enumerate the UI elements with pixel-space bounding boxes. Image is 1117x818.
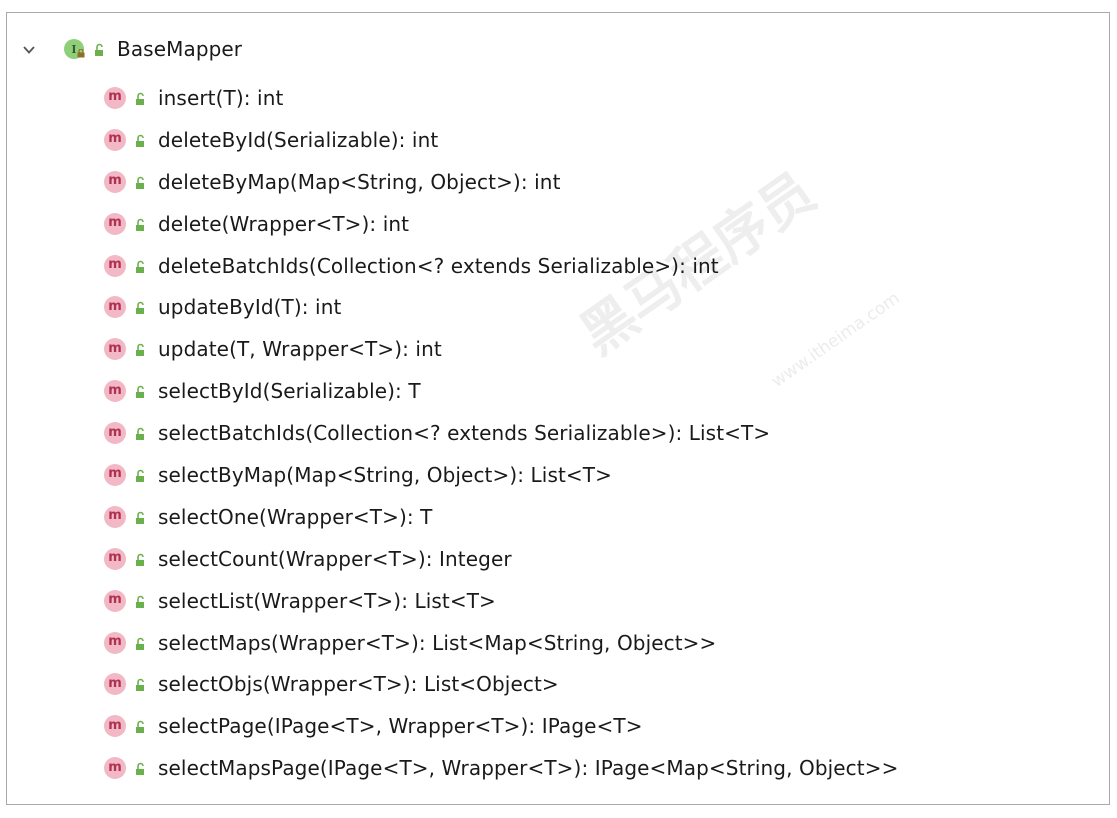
method-icon: m (104, 170, 126, 193)
method-icon: m (104, 463, 126, 486)
tree-item-method[interactable]: m selectMapsPage(IPage<T>, Wrapper<T>): I… (104, 747, 898, 789)
public-lock-icon (133, 719, 147, 734)
method-signature: selectBatchIds(Collection<? extends Seri… (158, 421, 771, 446)
tree-node-basemapper[interactable]: I BaseMapper (22, 36, 242, 62)
public-lock-icon (133, 426, 147, 441)
public-lock-icon (133, 384, 147, 399)
method-icon: m (104, 715, 126, 738)
tree-item-method[interactable]: m selectById(Serializable): T (104, 370, 898, 412)
method-signature: deleteById(Serializable): int (158, 127, 439, 152)
method-list: m insert(T): int m deleteById(Serializable)… (104, 77, 898, 789)
method-icon: m (104, 254, 126, 277)
method-signature: selectById(Serializable): T (158, 379, 421, 404)
public-lock-icon (133, 636, 147, 650)
method-signature: selectCount(Wrapper<T>): Integer (158, 546, 512, 571)
interface-icon: I (64, 38, 86, 60)
method-icon: m (104, 86, 126, 109)
method-icon: m (104, 212, 126, 235)
method-icon: m (104, 296, 126, 319)
method-icon: m (104, 422, 126, 445)
tree-item-method[interactable]: m selectByMap(Map<String, Object>): List<… (104, 454, 898, 496)
public-lock-icon (133, 761, 147, 776)
tree-item-method[interactable]: m deleteBatchIds(Collection<? extends Ser… (104, 245, 898, 287)
tree-item-method[interactable]: m selectObjs(Wrapper<T>): List<Object> (104, 663, 898, 705)
public-lock-icon (92, 42, 106, 56)
method-signature: selectPage(IPage<T>, Wrapper<T>): IPage<… (158, 714, 643, 739)
tree-item-method[interactable]: m selectPage(IPage<T>, Wrapper<T>): IPage… (104, 705, 898, 747)
public-lock-icon (133, 175, 147, 189)
method-icon: m (104, 589, 126, 612)
public-lock-icon (133, 300, 147, 315)
public-lock-icon (133, 217, 147, 231)
method-signature: selectObjs(Wrapper<T>): List<Object> (158, 672, 559, 697)
method-icon: m (104, 631, 126, 654)
method-signature: delete(Wrapper<T>): int (158, 211, 410, 236)
method-signature: insert(T): int (158, 85, 284, 110)
method-signature: selectOne(Wrapper<T>): T (158, 504, 433, 529)
chevron-down-icon[interactable] (22, 42, 36, 56)
tree-item-method[interactable]: m delete(Wrapper<T>): int (104, 203, 898, 245)
tree-item-method[interactable]: m selectOne(Wrapper<T>): T (104, 496, 898, 538)
tree-node-label: BaseMapper (117, 37, 243, 61)
method-icon: m (104, 547, 126, 570)
method-icon: m (104, 128, 126, 151)
method-icon: m (104, 673, 126, 696)
method-signature: update(T, Wrapper<T>): int (158, 337, 442, 362)
tree-item-method[interactable]: m selectBatchIds(Collection<? extends Ser… (104, 412, 898, 454)
method-signature: updateById(T): int (158, 295, 342, 320)
method-signature: deleteBatchIds(Collection<? extends Seri… (158, 253, 719, 278)
public-lock-icon (133, 594, 147, 608)
tree-item-method[interactable]: m selectList(Wrapper<T>): List<T> (104, 580, 898, 622)
method-signature: selectList(Wrapper<T>): List<T> (158, 588, 496, 613)
method-icon: m (104, 380, 126, 403)
public-lock-icon (133, 468, 147, 482)
tree-item-method[interactable]: m update(T, Wrapper<T>): int (104, 328, 898, 370)
public-lock-icon (133, 510, 147, 524)
tree-item-method[interactable]: m selectMaps(Wrapper<T>): List<Map<String… (104, 622, 898, 664)
tree-item-method[interactable]: m deleteByMap(Map<String, Object>): int (104, 161, 898, 203)
method-icon: m (104, 338, 126, 361)
tree-item-method[interactable]: m selectCount(Wrapper<T>): Integer (104, 538, 898, 580)
public-lock-icon (133, 259, 147, 273)
method-icon: m (104, 757, 126, 780)
tree-item-method[interactable]: m insert(T): int (104, 77, 898, 119)
tree-item-method[interactable]: m updateById(T): int (104, 286, 898, 328)
public-lock-icon (133, 342, 147, 357)
public-lock-icon (133, 91, 147, 105)
method-signature: selectMaps(Wrapper<T>): List<Map<String,… (158, 630, 717, 655)
public-lock-icon (133, 677, 147, 692)
method-signature: selectMapsPage(IPage<T>, Wrapper<T>): IP… (158, 756, 899, 781)
public-lock-icon (133, 133, 147, 147)
method-icon: m (104, 505, 126, 528)
tree-item-method[interactable]: m deleteById(Serializable): int (104, 119, 898, 161)
method-signature: selectByMap(Map<String, Object>): List<T… (158, 462, 612, 487)
public-lock-icon (133, 552, 147, 566)
method-signature: deleteByMap(Map<String, Object>): int (158, 169, 561, 194)
